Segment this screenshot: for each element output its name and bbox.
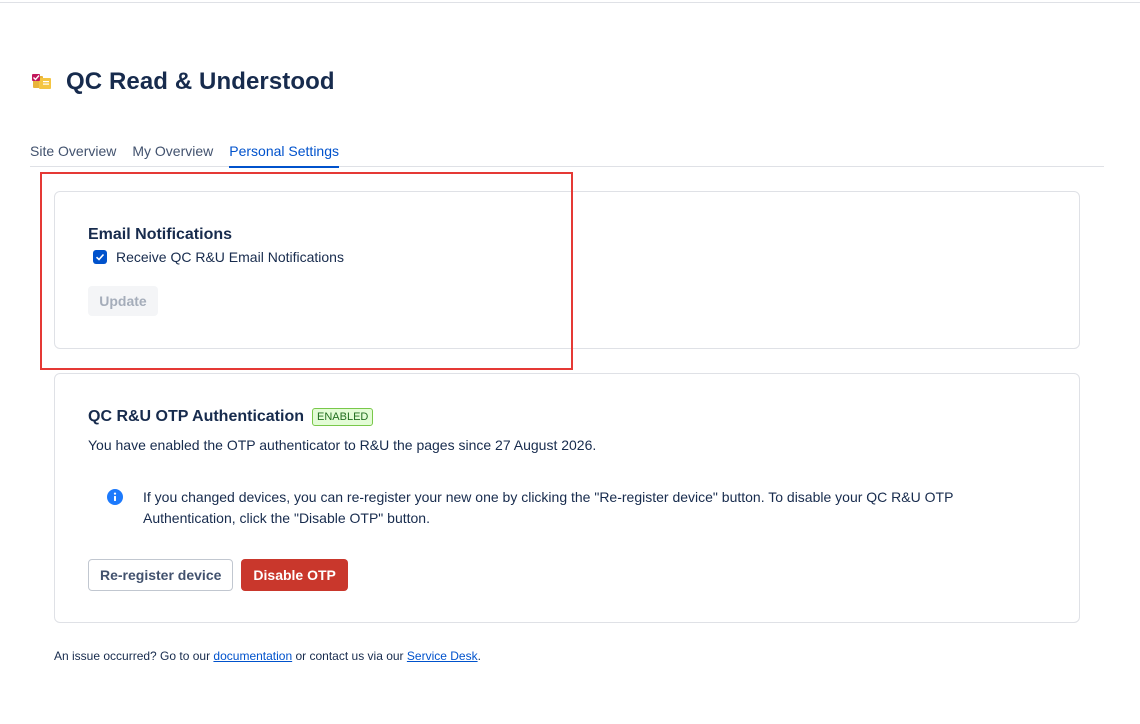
email-notifications-card: Email Notifications Receive QC R&U Email… xyxy=(54,191,1080,349)
reregister-device-button[interactable]: Re-register device xyxy=(88,559,234,591)
footer-help-text: An issue occurred? Go to our documentati… xyxy=(54,649,481,663)
otp-header: QC R&U OTP Authentication ENABLED xyxy=(88,408,374,426)
tab-site-overview[interactable]: Site Overview xyxy=(30,136,116,167)
otp-info-message: If you changed devices, you can re-regis… xyxy=(107,487,967,529)
checkmark-icon xyxy=(95,253,105,261)
footer-suffix: . xyxy=(477,649,481,663)
tab-personal-settings[interactable]: Personal Settings xyxy=(229,136,339,168)
email-checkbox-row: Receive QC R&U Email Notifications xyxy=(93,249,344,265)
disable-otp-button[interactable]: Disable OTP xyxy=(241,559,348,591)
otp-description: You have enabled the OTP authenticator t… xyxy=(88,437,597,453)
email-notifications-checkbox[interactable] xyxy=(93,250,107,264)
update-button[interactable]: Update xyxy=(88,286,158,316)
footer-prefix: An issue occurred? Go to our xyxy=(54,649,214,663)
service-desk-link[interactable]: Service Desk xyxy=(407,649,478,663)
email-checkbox-label: Receive QC R&U Email Notifications xyxy=(116,249,344,265)
footer-middle: or contact us via our xyxy=(292,649,407,663)
tab-bar: Site Overview My Overview Personal Setti… xyxy=(30,136,1104,168)
tab-my-overview[interactable]: My Overview xyxy=(132,136,213,167)
email-section-title: Email Notifications xyxy=(88,226,233,243)
otp-actions: Re-register device Disable OTP xyxy=(88,559,348,591)
info-icon xyxy=(107,489,123,505)
top-divider xyxy=(0,2,1140,3)
documentation-link[interactable]: documentation xyxy=(213,649,292,663)
page-header: QC Read & Understood xyxy=(30,68,335,96)
otp-section-title: QC R&U OTP Authentication xyxy=(88,408,304,425)
app-logo-icon xyxy=(32,74,51,89)
status-badge: ENABLED xyxy=(312,408,374,426)
otp-info-text: If you changed devices, you can re-regis… xyxy=(143,489,954,526)
page-title: QC Read & Understood xyxy=(66,68,335,95)
otp-authentication-card: QC R&U OTP Authentication ENABLED You ha… xyxy=(54,373,1080,623)
